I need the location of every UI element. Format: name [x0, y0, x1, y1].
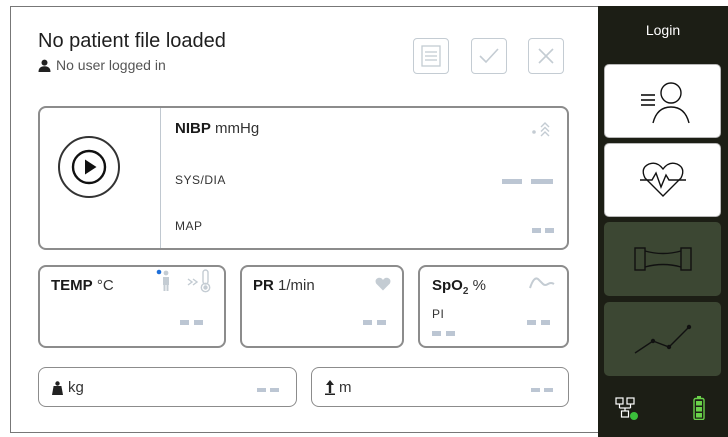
nibp-map-label: MAP: [175, 219, 203, 233]
trend-chart-icon: [634, 324, 691, 354]
vitals-tab[interactable]: [604, 143, 721, 217]
weight-placeholder-2: [270, 388, 279, 392]
trend-tab[interactable]: [604, 302, 721, 376]
user-icon: [38, 59, 51, 72]
nibp-divider: [160, 108, 161, 248]
network-icon: [615, 397, 638, 420]
spo2-unit: %: [472, 277, 486, 294]
check-icon: [479, 48, 499, 64]
height-placeholder-1: [531, 388, 540, 392]
confirm-button[interactable]: [471, 38, 507, 74]
nibp-map-placeholder-2: [545, 228, 554, 233]
pr-placeholder-1: [363, 320, 372, 325]
heart-icon: [375, 277, 391, 291]
nibp-sys-dia-label: SYS/DIA: [175, 173, 226, 187]
user-status-text: No user logged in: [56, 57, 166, 73]
cuff-icon: [633, 247, 692, 271]
nibp-name: NIBP: [175, 120, 211, 137]
battery-icon: [693, 396, 705, 420]
pi-placeholder-2: [446, 331, 455, 336]
nibp-map-placeholder-1: [532, 228, 541, 233]
weight-label: kg: [52, 379, 84, 396]
nibp-start-button[interactable]: [58, 136, 120, 198]
page-title: No patient file loaded: [38, 30, 226, 52]
patient-list-tab[interactable]: [604, 64, 721, 138]
temp-name: TEMP: [51, 277, 93, 294]
height-icon: [325, 380, 335, 395]
pr-placeholder-2: [377, 320, 386, 325]
spo2-placeholder-2: [541, 320, 550, 325]
profiles-tab[interactable]: [604, 222, 721, 296]
pr-unit: 1/min: [278, 277, 315, 294]
height-placeholder-2: [544, 388, 553, 392]
spo2-pi-label: PI: [432, 307, 445, 321]
temp-placeholder-2: [194, 320, 203, 325]
spo2-name: SpO: [432, 277, 463, 294]
nibp-dia-placeholder: [531, 179, 553, 184]
weight-icon: [52, 380, 63, 395]
close-icon: [538, 48, 554, 64]
play-icon: [71, 149, 107, 185]
list-button[interactable]: [413, 38, 449, 74]
pi-placeholder-1: [432, 331, 441, 336]
login-button[interactable]: Login: [598, 22, 728, 38]
height-unit: m: [339, 379, 352, 396]
spo2-placeholder-1: [527, 320, 536, 325]
user-status: No user logged in: [38, 57, 166, 73]
nibp-sys-placeholder: [502, 179, 522, 184]
height-label: m: [325, 379, 352, 396]
thermometer-icon: [187, 269, 211, 293]
nibp-label: NIBP mmHg: [175, 120, 259, 137]
pr-label: PR 1/min: [253, 277, 315, 294]
list-icon: [421, 45, 441, 67]
weight-placeholder-1: [257, 388, 266, 392]
close-button[interactable]: [528, 38, 564, 74]
body-temp-icon: [156, 269, 169, 291]
pr-name: PR: [253, 277, 274, 294]
heart-monitor-icon: [639, 162, 686, 197]
patient-list-icon: [640, 82, 690, 124]
spo2-subscript: 2: [462, 286, 469, 297]
spo2-label: SpO2 %: [432, 277, 486, 297]
nibp-mode-icon: [532, 122, 550, 137]
nibp-unit: mmHg: [215, 120, 260, 137]
weight-unit: kg: [68, 379, 84, 396]
temp-label: TEMP °C: [51, 277, 114, 294]
temp-unit: °C: [96, 277, 114, 294]
temp-placeholder-1: [180, 320, 189, 325]
pleth-icon: [529, 277, 555, 289]
